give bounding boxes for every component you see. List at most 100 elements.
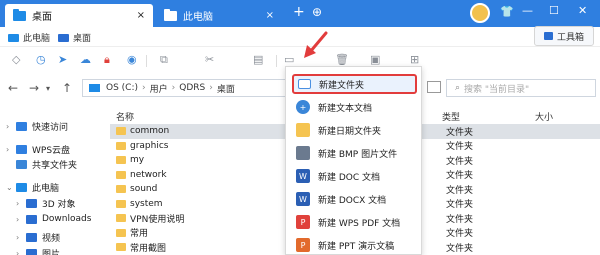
- forward-icon[interactable]: →: [29, 81, 39, 95]
- docx-icon: W: [296, 192, 310, 206]
- folder-icon: [13, 8, 26, 21]
- back-icon[interactable]: ←: [8, 81, 18, 95]
- title-bar: 桌面 × 此电脑 × + ⊕ 👕 — ☐ ✕: [0, 0, 600, 27]
- up-icon[interactable]: ↑: [62, 81, 72, 95]
- folder-icon: [116, 214, 126, 223]
- minimize-icon[interactable]: —: [522, 4, 533, 17]
- folder-icon: [116, 228, 126, 237]
- new-folder-icon[interactable]: ▭: [284, 53, 294, 66]
- lock-icon[interactable]: 🔒︎: [104, 53, 110, 67]
- breadcrumb[interactable]: 桌面: [217, 82, 235, 95]
- share-icon[interactable]: ➤: [58, 53, 67, 66]
- cloud-upload-icon[interactable]: ☁: [80, 53, 91, 66]
- breadcrumb[interactable]: OS (C:): [106, 83, 138, 93]
- paste-icon[interactable]: ▤: [253, 53, 263, 66]
- quick-item-this-pc[interactable]: 此电脑: [8, 31, 50, 44]
- chevron-down-icon: ⌄: [6, 183, 13, 192]
- toolbox-button[interactable]: 工具箱: [534, 26, 594, 46]
- menu-item-new-doc[interactable]: W 新建 DOC 文档: [292, 166, 417, 186]
- folder-icon: [116, 170, 126, 179]
- folder-icon: [164, 8, 177, 21]
- date-folder-icon: [296, 123, 310, 137]
- breadcrumb[interactable]: 用户: [150, 82, 168, 95]
- avatar[interactable]: [470, 3, 490, 23]
- tab-label: 此电脑: [183, 12, 213, 23]
- chevron-right-icon: ›: [16, 199, 20, 208]
- close-icon[interactable]: ×: [137, 10, 145, 21]
- menu-item-new-date-folder[interactable]: 新建日期文件夹: [292, 120, 417, 140]
- delete-icon[interactable]: 🗑︎: [335, 53, 349, 66]
- sidebar-item-this-pc[interactable]: ⌄ 此电脑: [6, 181, 59, 194]
- folder-icon: [298, 79, 311, 89]
- desktop-icon: [58, 33, 69, 42]
- tab-label: 桌面: [32, 12, 52, 23]
- sidebar-item-videos[interactable]: › 视频: [16, 231, 60, 244]
- new-tab-button[interactable]: +: [293, 4, 305, 20]
- chevron-down-icon[interactable]: ▾: [46, 84, 50, 93]
- search-icon: ⌕: [455, 83, 461, 93]
- sidebar-item-downloads[interactable]: › Downloads: [16, 214, 91, 224]
- view-mode-icon[interactable]: [427, 81, 441, 93]
- maximize-icon[interactable]: ☐: [549, 4, 559, 17]
- new-item-menu: 新建文件夹 + 新建文本文档 新建日期文件夹 新建 BMP 图片文件 W 新建 …: [285, 66, 422, 255]
- menu-item-new-docx[interactable]: W 新建 DOCX 文档: [292, 189, 417, 209]
- chevron-right-icon: ›: [6, 122, 10, 131]
- chevron-right-icon: ›: [16, 233, 20, 242]
- close-window-icon[interactable]: ✕: [578, 4, 587, 17]
- folder-icon: [116, 243, 126, 252]
- quick-item-desktop[interactable]: 桌面: [58, 31, 91, 44]
- sidebar: › 快速访问 › WPS云盘 共享文件夹 ⌄ 此电脑 › 3D 对象 › Dow…: [0, 110, 110, 255]
- folder-icon: [116, 199, 126, 208]
- bmp-icon: [296, 146, 310, 160]
- doc-icon: W: [296, 169, 310, 183]
- sidebar-item-pictures[interactable]: › 图片: [16, 247, 60, 255]
- chevron-right-icon: ›: [6, 145, 10, 154]
- properties-icon[interactable]: ⊞: [410, 53, 419, 66]
- ppt-icon: P: [296, 238, 310, 252]
- column-size[interactable]: 大小: [535, 110, 553, 123]
- 3d-icon: [26, 199, 37, 208]
- tab-this-pc[interactable]: 此电脑 ×: [156, 4, 282, 27]
- skin-icon[interactable]: 👕: [500, 5, 514, 18]
- share-folder-icon: [16, 160, 27, 169]
- chevron-right-icon: ›: [16, 249, 20, 255]
- text-doc-icon: +: [296, 100, 310, 114]
- video-icon: [26, 233, 37, 242]
- rename-icon[interactable]: ▣: [370, 53, 380, 66]
- new-window-icon[interactable]: ⊕: [312, 5, 322, 19]
- folder-icon: [116, 141, 126, 150]
- menu-item-new-folder[interactable]: 新建文件夹: [292, 74, 417, 94]
- close-icon[interactable]: ×: [266, 10, 274, 21]
- breadcrumb[interactable]: QDRS: [179, 83, 205, 93]
- column-name[interactable]: 名称: [116, 110, 134, 123]
- folder-icon: [116, 127, 126, 136]
- sidebar-item-quick-access[interactable]: › 快速访问: [6, 120, 68, 133]
- pin-icon[interactable]: ◇: [12, 53, 20, 66]
- arrow-annotation: [304, 31, 328, 58]
- menu-item-new-pdf[interactable]: P 新建 WPS PDF 文档: [292, 212, 417, 232]
- tab-desktop[interactable]: 桌面 ×: [5, 4, 153, 27]
- column-type[interactable]: 类型: [442, 110, 460, 123]
- cloud-icon: [16, 145, 27, 154]
- search-input[interactable]: ⌕ 搜索 "当前目录": [446, 79, 596, 97]
- cut-icon[interactable]: ✂: [205, 53, 214, 66]
- star-icon: [16, 122, 27, 131]
- sidebar-item-wps-cloud[interactable]: › WPS云盘: [6, 143, 70, 156]
- menu-item-new-bmp[interactable]: 新建 BMP 图片文件: [292, 143, 417, 163]
- preview-icon[interactable]: ◉: [127, 53, 137, 66]
- computer-icon: [8, 33, 19, 42]
- menu-item-new-text[interactable]: + 新建文本文档: [292, 97, 417, 117]
- history-icon[interactable]: ◷: [36, 53, 46, 66]
- menu-item-new-ppt[interactable]: P 新建 PPT 演示文稿: [292, 235, 417, 255]
- folder-icon: [116, 156, 126, 165]
- sidebar-item-shared[interactable]: 共享文件夹: [16, 158, 77, 171]
- copy-icon[interactable]: ⧉: [160, 53, 168, 67]
- computer-icon: [89, 84, 100, 92]
- picture-icon: [26, 249, 37, 255]
- folder-icon: [116, 185, 126, 194]
- download-icon: [26, 214, 37, 224]
- chevron-right-icon: ›: [16, 214, 20, 224]
- sidebar-item-3d[interactable]: › 3D 对象: [16, 197, 76, 210]
- computer-icon: [16, 183, 27, 192]
- toolbox-icon: [543, 32, 553, 40]
